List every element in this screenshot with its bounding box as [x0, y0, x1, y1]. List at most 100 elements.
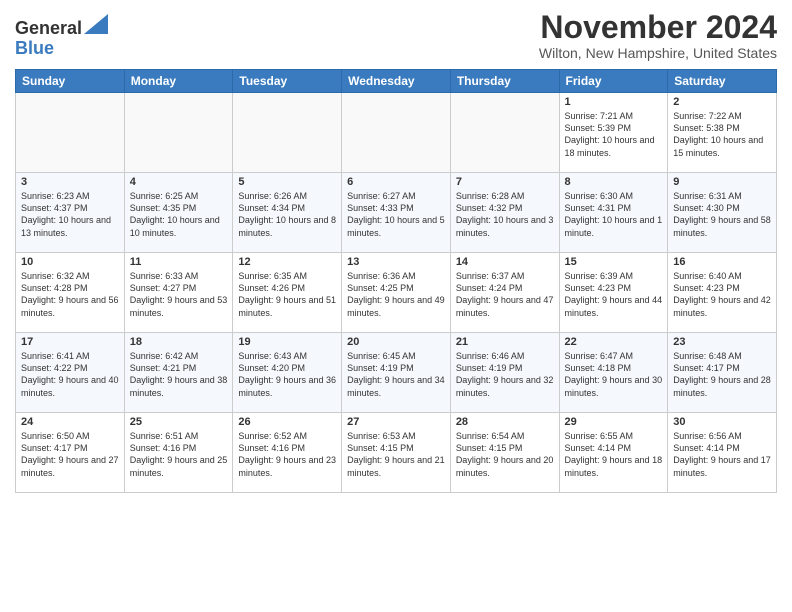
- cell-sun-info: Sunrise: 7:22 AM Sunset: 5:38 PM Dayligh…: [673, 110, 771, 159]
- day-number: 15: [565, 256, 663, 268]
- calendar-cell: 24 Sunrise: 6:50 AM Sunset: 4:17 PM Dayli…: [16, 413, 125, 493]
- calendar-cell: [124, 93, 233, 173]
- calendar-week-row: 1 Sunrise: 7:21 AM Sunset: 5:39 PM Daylig…: [16, 93, 777, 173]
- calendar-cell: 5 Sunrise: 6:26 AM Sunset: 4:34 PM Daylig…: [233, 173, 342, 253]
- calendar-cell: 20 Sunrise: 6:45 AM Sunset: 4:19 PM Dayli…: [342, 333, 451, 413]
- day-number: 16: [673, 256, 771, 268]
- calendar-week-row: 24 Sunrise: 6:50 AM Sunset: 4:17 PM Dayli…: [16, 413, 777, 493]
- weekday-header: Thursday: [450, 70, 559, 93]
- day-number: 3: [21, 176, 119, 188]
- calendar-cell: 25 Sunrise: 6:51 AM Sunset: 4:16 PM Dayli…: [124, 413, 233, 493]
- cell-sun-info: Sunrise: 6:28 AM Sunset: 4:32 PM Dayligh…: [456, 190, 554, 239]
- cell-sun-info: Sunrise: 6:23 AM Sunset: 4:37 PM Dayligh…: [21, 190, 119, 239]
- logo-icon: [84, 14, 108, 34]
- cell-sun-info: Sunrise: 6:53 AM Sunset: 4:15 PM Dayligh…: [347, 430, 445, 479]
- cell-sun-info: Sunrise: 6:54 AM Sunset: 4:15 PM Dayligh…: [456, 430, 554, 479]
- day-number: 11: [130, 256, 228, 268]
- calendar-cell: 2 Sunrise: 7:22 AM Sunset: 5:38 PM Daylig…: [668, 93, 777, 173]
- title-block: November 2024 Wilton, New Hampshire, Uni…: [539, 10, 777, 61]
- calendar-cell: 1 Sunrise: 7:21 AM Sunset: 5:39 PM Daylig…: [559, 93, 668, 173]
- calendar-cell: 22 Sunrise: 6:47 AM Sunset: 4:18 PM Dayli…: [559, 333, 668, 413]
- day-number: 24: [21, 416, 119, 428]
- cell-sun-info: Sunrise: 6:56 AM Sunset: 4:14 PM Dayligh…: [673, 430, 771, 479]
- day-number: 20: [347, 336, 445, 348]
- day-number: 29: [565, 416, 663, 428]
- month-title: November 2024: [539, 10, 777, 45]
- day-number: 2: [673, 96, 771, 108]
- cell-sun-info: Sunrise: 6:26 AM Sunset: 4:34 PM Dayligh…: [238, 190, 336, 239]
- day-number: 27: [347, 416, 445, 428]
- cell-sun-info: Sunrise: 6:40 AM Sunset: 4:23 PM Dayligh…: [673, 270, 771, 319]
- calendar-cell: 28 Sunrise: 6:54 AM Sunset: 4:15 PM Dayli…: [450, 413, 559, 493]
- calendar-cell: 17 Sunrise: 6:41 AM Sunset: 4:22 PM Dayli…: [16, 333, 125, 413]
- day-number: 26: [238, 416, 336, 428]
- cell-sun-info: Sunrise: 6:55 AM Sunset: 4:14 PM Dayligh…: [565, 430, 663, 479]
- cell-sun-info: Sunrise: 6:50 AM Sunset: 4:17 PM Dayligh…: [21, 430, 119, 479]
- calendar-cell: 7 Sunrise: 6:28 AM Sunset: 4:32 PM Daylig…: [450, 173, 559, 253]
- day-number: 19: [238, 336, 336, 348]
- cell-sun-info: Sunrise: 7:21 AM Sunset: 5:39 PM Dayligh…: [565, 110, 663, 159]
- day-number: 23: [673, 336, 771, 348]
- calendar-week-row: 3 Sunrise: 6:23 AM Sunset: 4:37 PM Daylig…: [16, 173, 777, 253]
- cell-sun-info: Sunrise: 6:36 AM Sunset: 4:25 PM Dayligh…: [347, 270, 445, 319]
- calendar-cell: 16 Sunrise: 6:40 AM Sunset: 4:23 PM Dayli…: [668, 253, 777, 333]
- cell-sun-info: Sunrise: 6:31 AM Sunset: 4:30 PM Dayligh…: [673, 190, 771, 239]
- calendar-cell: 23 Sunrise: 6:48 AM Sunset: 4:17 PM Dayli…: [668, 333, 777, 413]
- calendar-cell: 26 Sunrise: 6:52 AM Sunset: 4:16 PM Dayli…: [233, 413, 342, 493]
- cell-sun-info: Sunrise: 6:45 AM Sunset: 4:19 PM Dayligh…: [347, 350, 445, 399]
- day-number: 12: [238, 256, 336, 268]
- calendar-cell: 19 Sunrise: 6:43 AM Sunset: 4:20 PM Dayli…: [233, 333, 342, 413]
- calendar-cell: 4Sunrise: 6:25 AM Sunset: 4:35 PM Daylig…: [124, 173, 233, 253]
- cell-sun-info: Sunrise: 6:32 AM Sunset: 4:28 PM Dayligh…: [21, 270, 119, 319]
- calendar-cell: [450, 93, 559, 173]
- cell-sun-info: Sunrise: 6:35 AM Sunset: 4:26 PM Dayligh…: [238, 270, 336, 319]
- day-number: 8: [565, 176, 663, 188]
- calendar-cell: 13 Sunrise: 6:36 AM Sunset: 4:25 PM Dayli…: [342, 253, 451, 333]
- calendar-cell: 30 Sunrise: 6:56 AM Sunset: 4:14 PM Dayli…: [668, 413, 777, 493]
- day-number: 10: [21, 256, 119, 268]
- cell-sun-info: Sunrise: 6:52 AM Sunset: 4:16 PM Dayligh…: [238, 430, 336, 479]
- logo-blue-text: Blue: [15, 38, 54, 58]
- day-number: 28: [456, 416, 554, 428]
- cell-sun-info: Sunrise: 6:48 AM Sunset: 4:17 PM Dayligh…: [673, 350, 771, 399]
- calendar-cell: [233, 93, 342, 173]
- day-number: 6: [347, 176, 445, 188]
- cell-sun-info: Sunrise: 6:46 AM Sunset: 4:19 PM Dayligh…: [456, 350, 554, 399]
- calendar-cell: 12 Sunrise: 6:35 AM Sunset: 4:26 PM Dayli…: [233, 253, 342, 333]
- calendar-cell: 21 Sunrise: 6:46 AM Sunset: 4:19 PM Dayli…: [450, 333, 559, 413]
- weekday-header: Sunday: [16, 70, 125, 93]
- cell-sun-info: Sunrise: 6:47 AM Sunset: 4:18 PM Dayligh…: [565, 350, 663, 399]
- cell-sun-info: Sunrise: 6:41 AM Sunset: 4:22 PM Dayligh…: [21, 350, 119, 399]
- cell-sun-info: Sunrise: 6:51 AM Sunset: 4:16 PM Dayligh…: [130, 430, 228, 479]
- calendar-cell: 11 Sunrise: 6:33 AM Sunset: 4:27 PM Dayli…: [124, 253, 233, 333]
- calendar-cell: [16, 93, 125, 173]
- day-number: 5: [238, 176, 336, 188]
- day-number: 1: [565, 96, 663, 108]
- cell-sun-info: Sunrise: 6:25 AM Sunset: 4:35 PM Dayligh…: [130, 190, 228, 239]
- calendar-header-row: SundayMondayTuesdayWednesdayThursdayFrid…: [16, 70, 777, 93]
- day-number: 13: [347, 256, 445, 268]
- cell-sun-info: Sunrise: 6:33 AM Sunset: 4:27 PM Dayligh…: [130, 270, 228, 319]
- page: General Blue November 2024 Wilton, New H…: [0, 0, 792, 612]
- location-text: Wilton, New Hampshire, United States: [539, 45, 777, 61]
- cell-sun-info: Sunrise: 6:37 AM Sunset: 4:24 PM Dayligh…: [456, 270, 554, 319]
- weekday-header: Tuesday: [233, 70, 342, 93]
- day-number: 9: [673, 176, 771, 188]
- calendar-cell: 15 Sunrise: 6:39 AM Sunset: 4:23 PM Dayli…: [559, 253, 668, 333]
- cell-sun-info: Sunrise: 6:30 AM Sunset: 4:31 PM Dayligh…: [565, 190, 663, 239]
- calendar-cell: 29 Sunrise: 6:55 AM Sunset: 4:14 PM Dayli…: [559, 413, 668, 493]
- calendar-cell: 3 Sunrise: 6:23 AM Sunset: 4:37 PM Daylig…: [16, 173, 125, 253]
- calendar-cell: 9 Sunrise: 6:31 AM Sunset: 4:30 PM Daylig…: [668, 173, 777, 253]
- cell-sun-info: Sunrise: 6:43 AM Sunset: 4:20 PM Dayligh…: [238, 350, 336, 399]
- day-number: 17: [21, 336, 119, 348]
- cell-sun-info: Sunrise: 6:39 AM Sunset: 4:23 PM Dayligh…: [565, 270, 663, 319]
- calendar-table: SundayMondayTuesdayWednesdayThursdayFrid…: [15, 69, 777, 493]
- day-number: 21: [456, 336, 554, 348]
- day-number: 7: [456, 176, 554, 188]
- day-number: 18: [130, 336, 228, 348]
- day-number: 22: [565, 336, 663, 348]
- day-number: 30: [673, 416, 771, 428]
- logo: General Blue: [15, 14, 108, 59]
- header: General Blue November 2024 Wilton, New H…: [15, 10, 777, 61]
- day-number: 25: [130, 416, 228, 428]
